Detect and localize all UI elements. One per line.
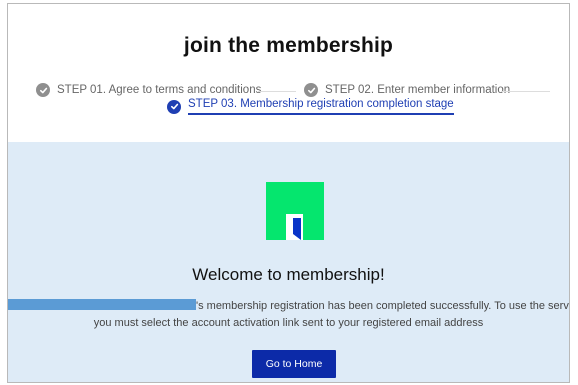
completion-message-line2: you must select the account activation l…	[93, 317, 484, 329]
step-divider	[502, 91, 550, 92]
welcome-heading: Welcome to membership!	[192, 265, 385, 284]
page-title: join the membership	[183, 34, 394, 57]
step-1: STEP 01. Agree to terms and conditions	[36, 83, 261, 97]
go-to-home-button[interactable]: Go to Home	[252, 350, 336, 378]
redacted-username	[8, 299, 196, 310]
step-2-label: STEP 02. Enter member information	[325, 84, 511, 96]
check-circle-icon	[36, 83, 50, 97]
step-1-label: STEP 01. Agree to terms and conditions	[57, 84, 262, 96]
step-divider	[258, 91, 296, 92]
check-circle-icon	[304, 83, 318, 97]
page-frame: join the membership STEP 01. Agree to te…	[7, 3, 570, 383]
brand-logo	[266, 182, 324, 240]
completion-panel: Welcome to membership! 's membership reg…	[8, 142, 569, 382]
step-2: STEP 02. Enter member information	[304, 83, 510, 97]
check-circle-icon	[167, 99, 181, 114]
step-3-label: STEP 03. Membership registration complet…	[188, 98, 454, 115]
message-text: 's membership registration has been comp…	[196, 300, 569, 312]
step-3-active: STEP 03. Membership registration complet…	[167, 98, 454, 115]
page-header: join the membership STEP 01. Agree to te…	[8, 4, 569, 142]
